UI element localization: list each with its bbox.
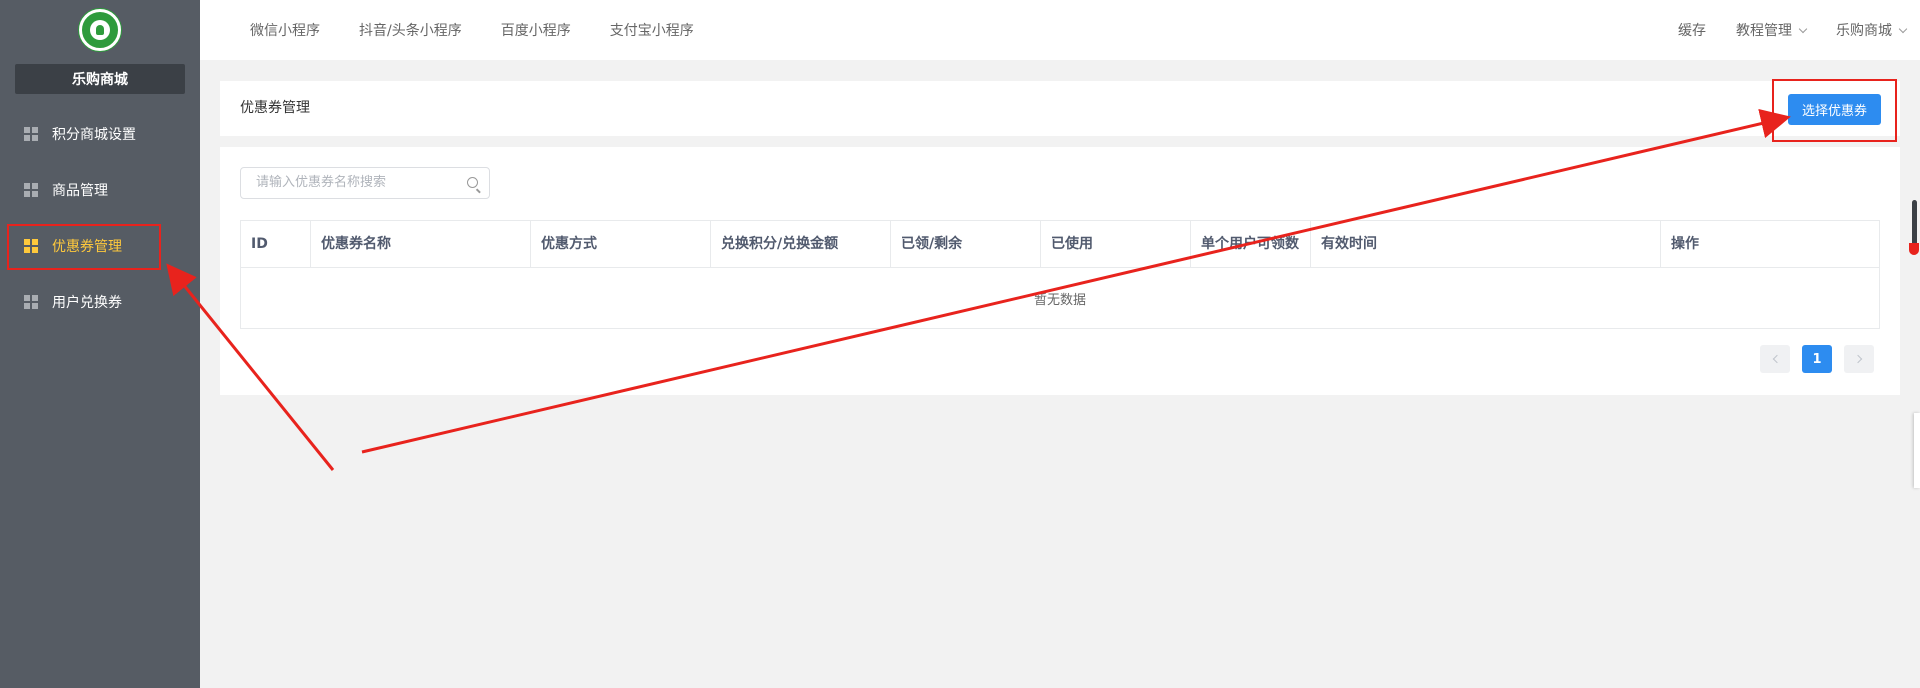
shop-logo[interactable] (79, 9, 121, 51)
chevron-down-icon (1798, 24, 1808, 34)
sidebar-item-label: 积分商城设置 (52, 127, 136, 143)
scrollbar-marker (1909, 243, 1919, 255)
coupon-table: ID 优惠券名称 优惠方式 兑换积分/兑换金额 已领/剩余 已使用 单个用户可领… (240, 220, 1880, 329)
annotation-highlight-box (1772, 79, 1897, 142)
column-header: 有效时间 (1311, 221, 1661, 267)
side-panel-tab[interactable] (1914, 413, 1920, 488)
top-right-menu: 缓存 教程管理 乐购商城 (1678, 0, 1908, 60)
column-header: 操作 (1671, 236, 1699, 252)
cache-link[interactable]: 缓存 (1678, 20, 1706, 40)
logo-mark-icon (90, 20, 110, 40)
sidebar-menu: 积分商城设置 商品管理 优惠券管理 用户兑换券 (0, 106, 200, 330)
page-number[interactable]: 1 (1802, 345, 1832, 373)
sidebar-item-products[interactable]: 商品管理 (0, 162, 200, 218)
column-header: ID (241, 221, 311, 267)
pagination: 1 (1760, 345, 1874, 373)
top-bar: 微信小程序 抖音/头条小程序 百度小程序 支付宝小程序 缓存 教程管理 乐购商城 (200, 0, 1920, 60)
column-header: 已使用 (1041, 221, 1191, 267)
logo-area (0, 0, 200, 60)
page-header-card: 优惠券管理 选择优惠券 (220, 81, 1900, 136)
coupon-list-card: 请输入优惠券名称搜索 ID 优惠券名称 优惠方式 兑换积分/兑换金额 已领/剩余… (220, 147, 1900, 395)
tab-alipay[interactable]: 支付宝小程序 (610, 20, 694, 40)
sidebar-item-user-vouchers[interactable]: 用户兑换券 (0, 274, 200, 330)
search-icon[interactable] (467, 177, 478, 188)
chevron-left-icon (1772, 354, 1781, 364)
prev-page-button[interactable] (1760, 345, 1790, 373)
empty-state: 暂无数据 (1033, 292, 1086, 308)
table-header: ID 优惠券名称 优惠方式 兑换积分/兑换金额 已领/剩余 已使用 单个用户可领… (241, 221, 1879, 268)
tutorial-label: 教程管理 (1736, 23, 1792, 39)
search-placeholder: 请输入优惠券名称搜索 (256, 175, 387, 190)
shop-dropdown[interactable]: 乐购商城 (1836, 20, 1908, 40)
column-header: 单个用户可领数 (1191, 221, 1311, 267)
column-header: 已领/剩余 (891, 221, 1041, 267)
grid-icon (24, 183, 38, 197)
tab-wechat[interactable]: 微信小程序 (250, 20, 320, 40)
column-header: 优惠券名称 (311, 221, 531, 267)
search-input[interactable]: 请输入优惠券名称搜索 (240, 167, 490, 199)
tab-baidu[interactable]: 百度小程序 (501, 20, 571, 40)
page-title: 优惠券管理 (240, 100, 310, 116)
column-header: 优惠方式 (531, 221, 711, 267)
tab-douyin[interactable]: 抖音/头条小程序 (359, 20, 462, 40)
column-header: 兑换积分/兑换金额 (711, 221, 891, 267)
shop-name: 乐购商城 (15, 64, 185, 94)
shop-label: 乐购商城 (1836, 23, 1892, 39)
grid-icon (24, 295, 38, 309)
chevron-down-icon (1898, 24, 1908, 34)
sidebar-item-label: 用户兑换券 (52, 295, 122, 311)
sidebar-item-points-mall-settings[interactable]: 积分商城设置 (0, 106, 200, 162)
grid-icon (24, 127, 38, 141)
annotation-highlight-box (7, 224, 161, 270)
tutorial-dropdown[interactable]: 教程管理 (1736, 20, 1808, 40)
chevron-right-icon (1853, 354, 1862, 364)
platform-tabs: 微信小程序 抖音/头条小程序 百度小程序 支付宝小程序 (250, 0, 694, 60)
sidebar: 乐购商城 积分商城设置 商品管理 优惠券管理 用户兑换券 (0, 0, 200, 688)
sidebar-item-coupons[interactable]: 优惠券管理 (0, 218, 200, 274)
next-page-button[interactable] (1844, 345, 1874, 373)
sidebar-item-label: 商品管理 (52, 183, 108, 199)
